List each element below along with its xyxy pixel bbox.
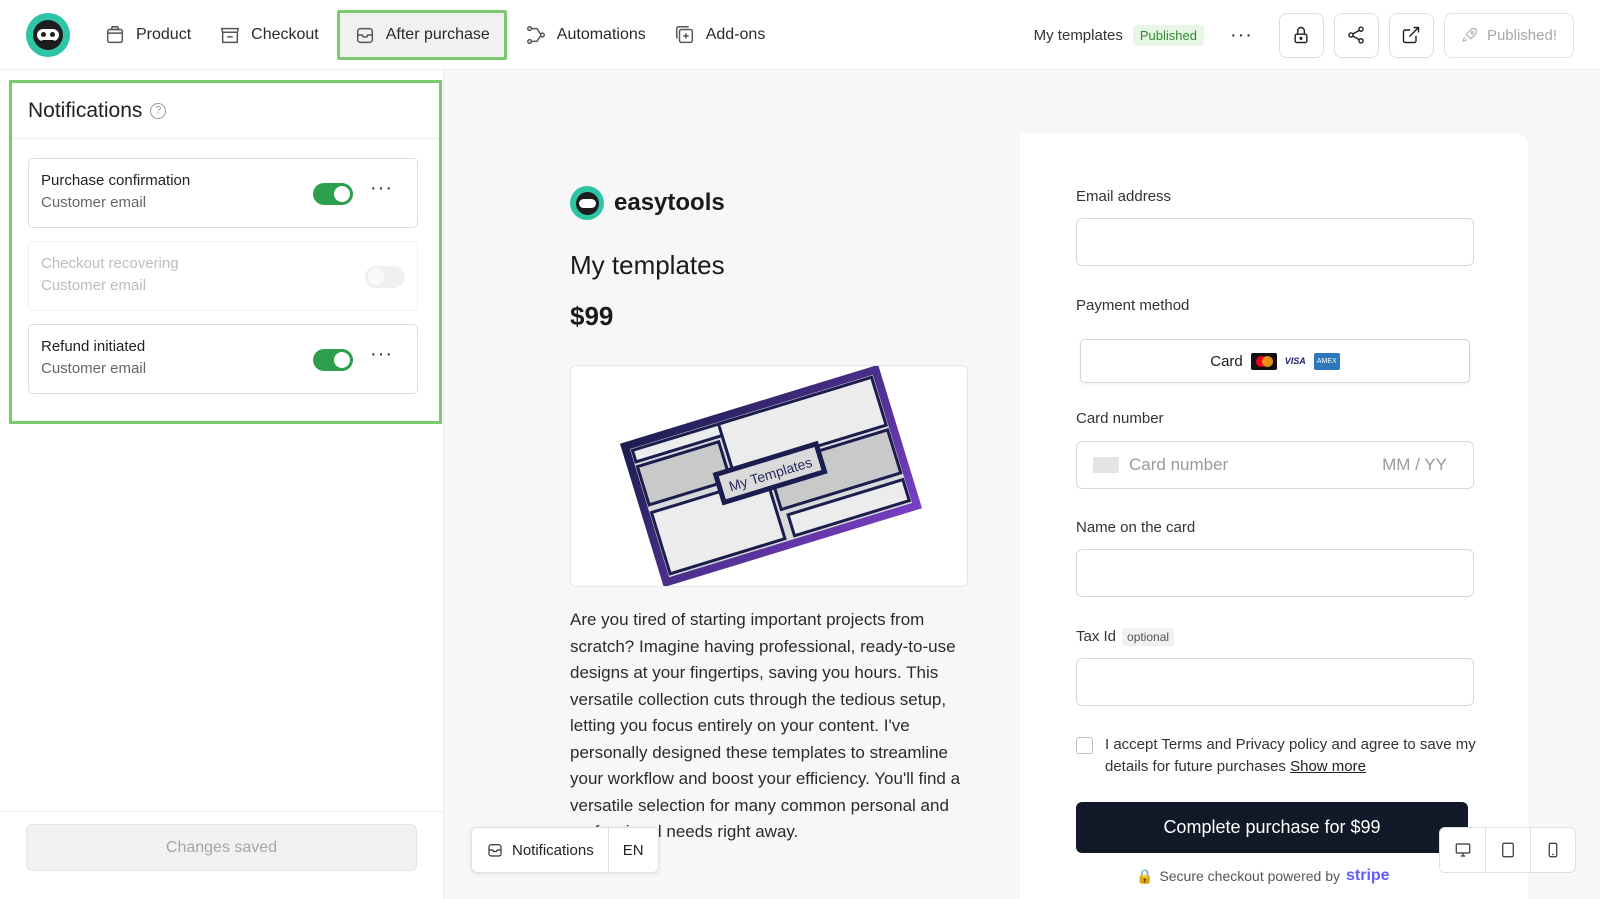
- brand-name: easytools: [614, 189, 725, 216]
- published-label: Published!: [1486, 26, 1557, 44]
- mastercard-icon: [1250, 352, 1277, 370]
- accept-terms-checkbox[interactable]: [1076, 737, 1093, 754]
- store-icon: [220, 27, 240, 44]
- brand: easytools: [570, 186, 725, 220]
- inbox-icon: [488, 844, 502, 857]
- credit-card-icon: [1093, 457, 1119, 473]
- share-icon: [1348, 26, 1365, 44]
- published-button[interactable]: Published!: [1443, 12, 1574, 58]
- sidebar-footer: Changes saved: [0, 811, 444, 899]
- notification-toggle[interactable]: [313, 183, 353, 205]
- sidebar: Notifications ? Purchase confirmation Cu…: [0, 70, 444, 899]
- language-selector[interactable]: EN: [607, 828, 658, 872]
- nav-product[interactable]: Product: [90, 10, 205, 60]
- share-button[interactable]: [1333, 12, 1379, 58]
- payment-method-card-option[interactable]: Card VISA AMEX: [1080, 339, 1470, 383]
- card-number-placeholder: Card number: [1129, 455, 1229, 474]
- notification-card-purchase-confirmation[interactable]: Purchase confirmation Customer email ···: [28, 158, 418, 228]
- external-link-icon: [1403, 26, 1420, 44]
- changes-saved-button[interactable]: Changes saved: [26, 824, 417, 871]
- product-image: My Templates: [570, 365, 968, 587]
- nav-automations[interactable]: Automations: [511, 10, 660, 60]
- more-menu-button[interactable]: ···: [1230, 24, 1253, 47]
- nav-label: After purchase: [385, 26, 490, 43]
- flow-icon: [526, 26, 545, 44]
- name-on-card-field[interactable]: [1076, 549, 1474, 597]
- notification-more-button[interactable]: ···: [370, 177, 393, 200]
- plus-square-icon: [675, 26, 693, 44]
- card-number-field[interactable]: Card number MM / YY: [1076, 441, 1474, 489]
- notification-card-refund-initiated[interactable]: Refund initiated Customer email ···: [28, 324, 418, 394]
- notification-subtitle: Customer email: [41, 277, 147, 294]
- mobile-view-button[interactable]: [1530, 828, 1575, 872]
- nav-checkout[interactable]: Checkout: [205, 10, 333, 60]
- tax-id-label: Tax Id optional: [1076, 628, 1175, 646]
- payment-method-label: Payment method: [1076, 297, 1190, 314]
- lock-icon: [1294, 26, 1308, 44]
- notifications-header: Notifications ?: [12, 83, 439, 139]
- email-label: Email address: [1076, 188, 1172, 205]
- stripe-logo: stripe: [1346, 867, 1390, 884]
- monitor-icon: [1455, 843, 1470, 857]
- nav-label: Checkout: [251, 26, 319, 43]
- complete-purchase-button[interactable]: Complete purchase for $99: [1076, 802, 1468, 853]
- notification-card-checkout-recovering[interactable]: Checkout recovering Customer email: [28, 241, 418, 311]
- expiry-placeholder[interactable]: MM / YY: [1382, 455, 1447, 475]
- box-icon: [106, 26, 124, 44]
- tablet-icon: [1502, 842, 1514, 858]
- notification-toggle[interactable]: [365, 266, 405, 288]
- lock-button[interactable]: [1278, 12, 1324, 58]
- notifications-panel: Notifications ? Purchase confirmation Cu…: [9, 80, 442, 424]
- top-bar: Product Checkout After purchase Automati…: [0, 0, 1600, 70]
- main-nav: Product Checkout After purchase Automati…: [90, 0, 779, 70]
- optional-badge: optional: [1122, 628, 1175, 646]
- notification-title: Checkout recovering: [41, 255, 179, 272]
- tax-id-field[interactable]: [1076, 658, 1474, 706]
- product-price: $99: [570, 301, 614, 331]
- nav-add-ons[interactable]: Add-ons: [660, 10, 780, 60]
- nav-label: Automations: [556, 26, 646, 43]
- email-field[interactable]: [1076, 218, 1474, 266]
- help-icon[interactable]: ?: [150, 102, 167, 119]
- open-external-button[interactable]: [1388, 12, 1434, 58]
- secure-checkout-note: 🔒 Secure checkout powered by stripe: [1136, 867, 1390, 884]
- preview-context-bar: Notifications EN: [471, 827, 659, 873]
- tax-id-label-text: Tax Id: [1076, 628, 1117, 645]
- notifications-preview-selector[interactable]: Notifications: [472, 828, 608, 872]
- device-switcher: [1439, 827, 1576, 873]
- accept-terms: I accept Terms and Privacy policy and ag…: [1076, 734, 1476, 778]
- amex-icon: AMEX: [1313, 352, 1340, 370]
- show-more-link[interactable]: Show more: [1290, 758, 1366, 775]
- rocket-icon: [1462, 28, 1477, 42]
- status-badge: Published: [1132, 24, 1204, 46]
- app-logo[interactable]: [26, 13, 70, 57]
- nav-label: Product: [136, 26, 192, 43]
- nav-after-purchase[interactable]: After purchase: [336, 10, 507, 60]
- inbox-icon: [356, 27, 373, 44]
- product-title: My templates: [570, 250, 725, 280]
- desktop-view-button[interactable]: [1440, 828, 1485, 872]
- accept-terms-text: I accept Terms and Privacy policy and ag…: [1105, 736, 1476, 775]
- preview-product-column: easytools My templates $99 My Templates …: [516, 133, 1020, 899]
- tablet-view-button[interactable]: [1485, 828, 1530, 872]
- notifications-title: Notifications: [28, 98, 143, 122]
- sloth-icon: [570, 186, 604, 220]
- lock-icon: 🔒: [1136, 867, 1154, 884]
- template-name[interactable]: My templates: [1034, 27, 1123, 44]
- product-description: Are you tired of starting important proj…: [570, 610, 961, 841]
- phone-icon: [1548, 842, 1558, 858]
- notification-toggle[interactable]: [313, 349, 353, 371]
- name-on-card-label: Name on the card: [1076, 519, 1196, 536]
- nav-label: Add-ons: [705, 26, 766, 43]
- notification-more-button[interactable]: ···: [370, 343, 393, 366]
- top-right-actions: My templates Published ··· Published!: [1034, 0, 1574, 70]
- sloth-icon: [33, 20, 63, 50]
- visa-icon: VISA: [1284, 356, 1306, 366]
- card-option-label: Card: [1210, 352, 1243, 370]
- checkout-preview: easytools My templates $99 My Templates …: [516, 133, 1528, 899]
- card-number-label: Card number: [1076, 410, 1164, 427]
